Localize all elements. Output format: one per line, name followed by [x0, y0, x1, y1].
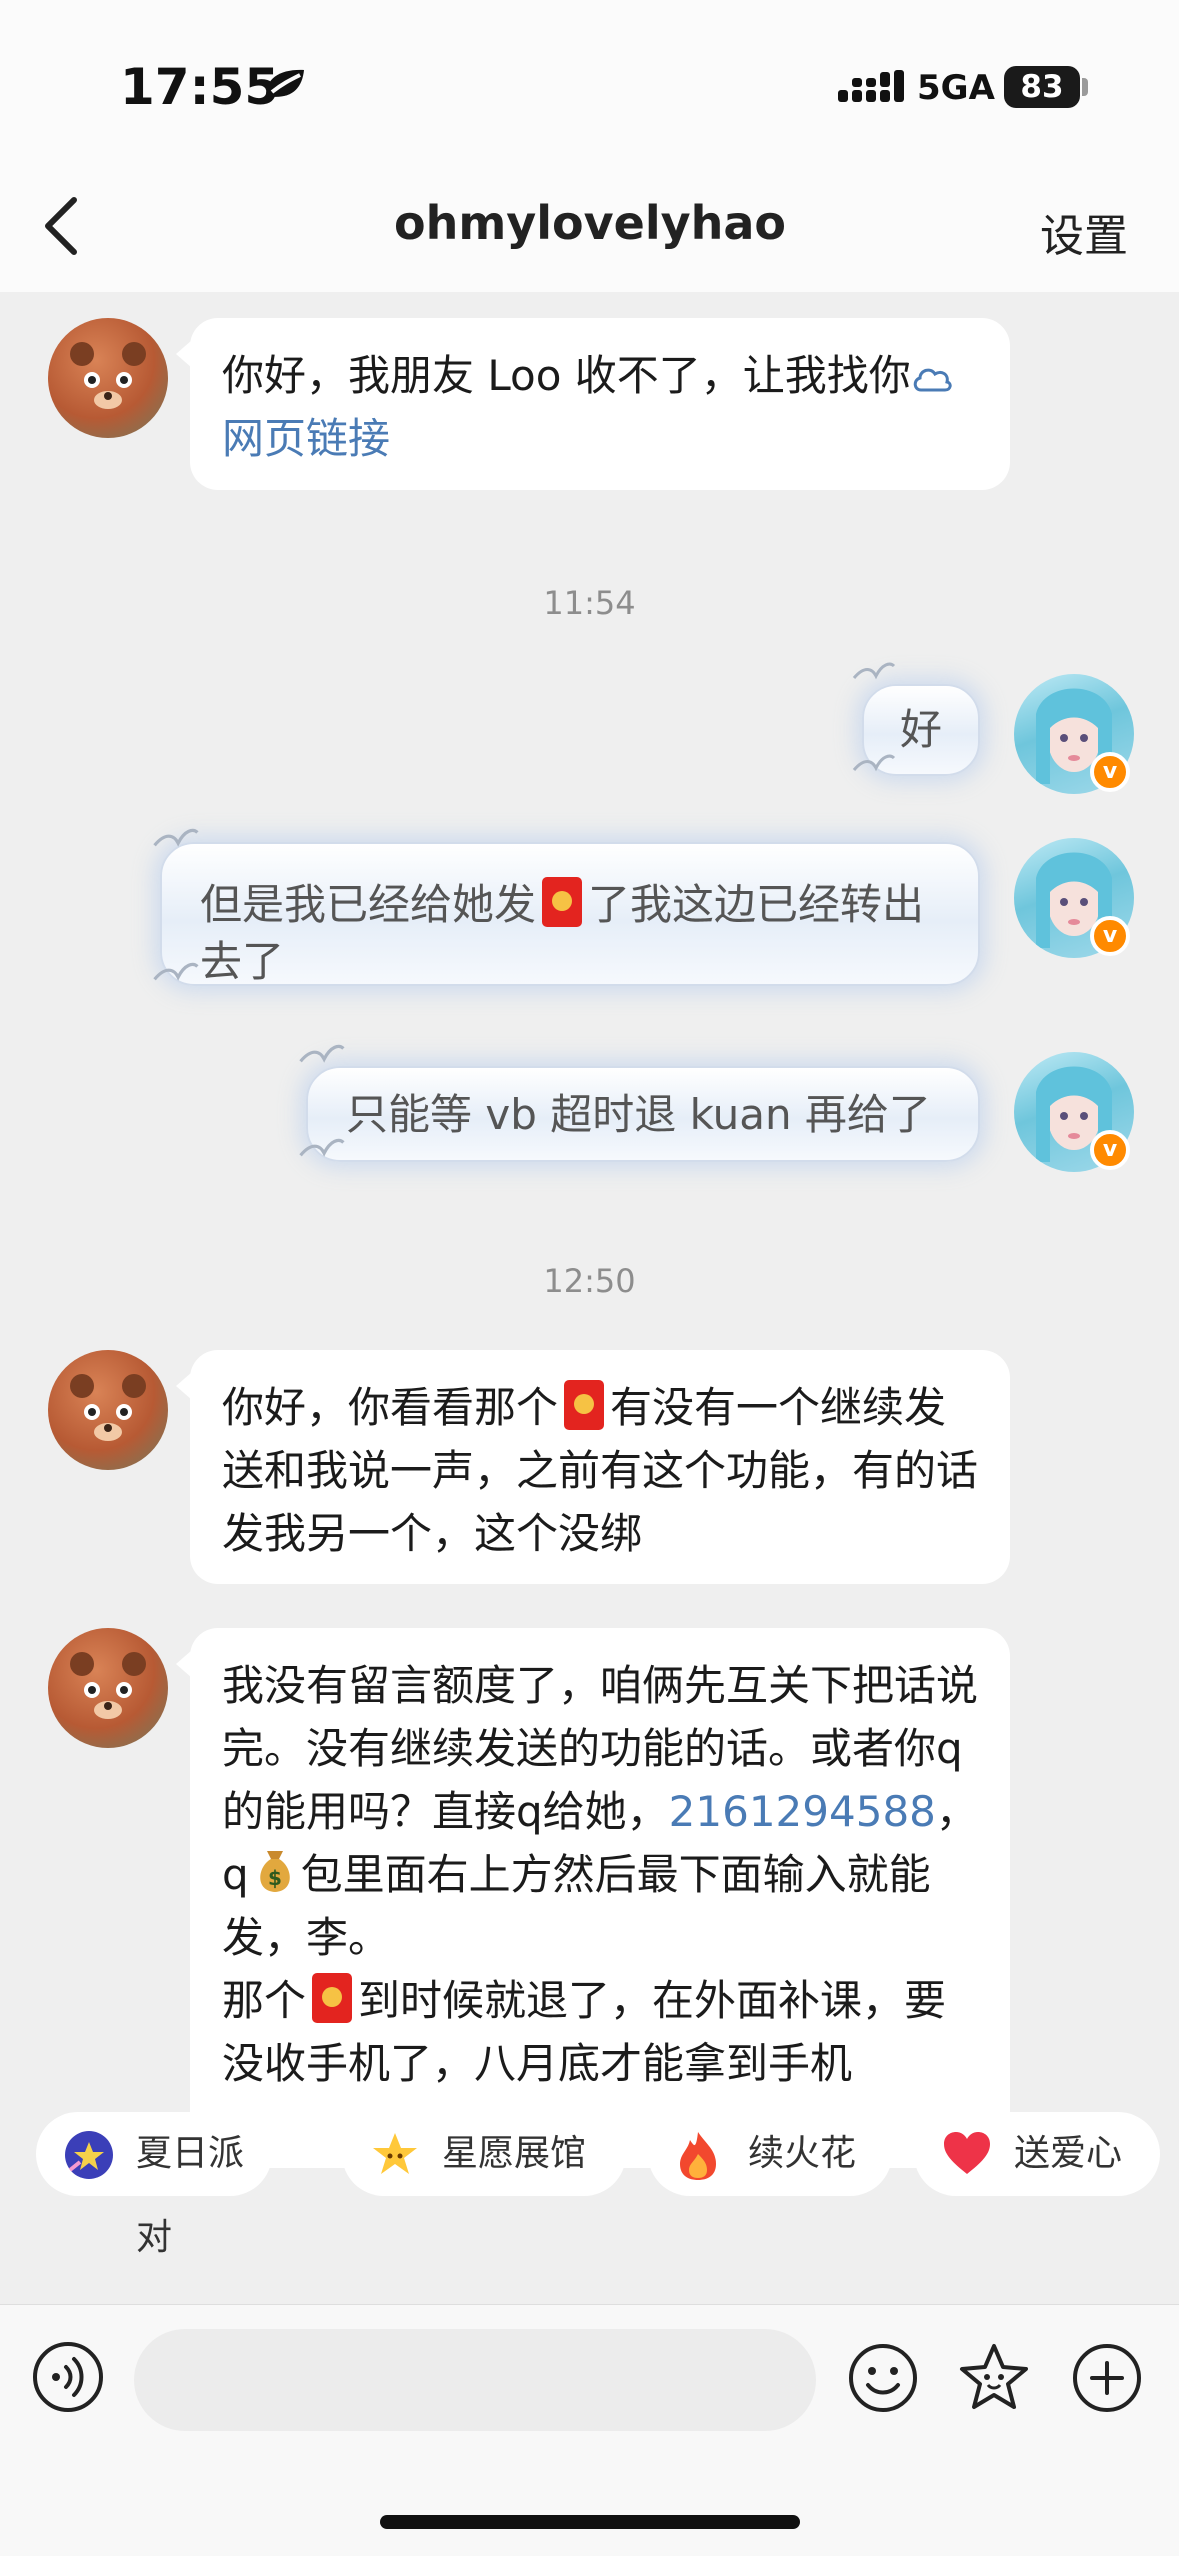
timestamp: 12:50: [543, 1262, 636, 1300]
message-text: 你好，我朋友 Loo 收不了，让我找你: [222, 351, 911, 400]
message-text: 但是我已经给她发: [200, 880, 537, 929]
message-text: 好: [899, 705, 942, 754]
signal-icon: [838, 70, 904, 102]
flame-icon: [680, 2132, 716, 2180]
message-bubble[interactable]: 你好，你看看那个 有没有一个继续发送和我说一声，之前有这个功能，有的话发我另一个，…: [176, 1350, 1010, 1584]
quick-action-send-love[interactable]: 送爱心: [914, 2112, 1160, 2196]
web-link[interactable]: 网页链接: [222, 414, 390, 463]
quick-action-wish-gallery[interactable]: 星愿展馆: [342, 2112, 626, 2196]
red-packet-icon: [312, 1973, 353, 2023]
chip-label: 星愿展馆: [442, 2133, 587, 2174]
quick-action-summer-party[interactable]: 夏日派对: [36, 2112, 272, 2258]
message-bubble-sent[interactable]: 但是我已经给她发 了我这边已经转出去了: [160, 842, 980, 986]
focus-moon-icon: [266, 69, 304, 97]
star-face-icon: [373, 2133, 417, 2174]
contact-avatar[interactable]: [48, 1628, 168, 1748]
chat-title: ohmylovelyhao: [394, 196, 786, 250]
sticker-button[interactable]: [956, 2341, 1032, 2415]
shooting-star-icon: [65, 2131, 113, 2179]
timestamp: 11:54: [543, 584, 636, 622]
svg-text:$: $: [268, 1866, 282, 1890]
bear-face-icon: [70, 1652, 146, 1719]
message-input[interactable]: [134, 2329, 816, 2431]
bird-decoration-icon: [299, 1138, 345, 1157]
bird-decoration-icon: [153, 962, 199, 981]
network-label: 5GA: [917, 68, 995, 108]
bird-decoration-icon: [153, 828, 199, 847]
red-packet-icon: [564, 1380, 605, 1430]
message-text: 你好，你看看那个: [222, 1383, 559, 1432]
bird-decoration-icon: [299, 1044, 345, 1063]
message-bubble-sent[interactable]: 只能等 vb 超时退 kuan 再给了: [306, 1066, 980, 1162]
money-bag-icon: $: [259, 1851, 290, 1892]
chip-label: 续火花: [748, 2133, 857, 2174]
verified-badge-icon: v: [1090, 916, 1130, 956]
message-text: 那个: [222, 1976, 307, 2025]
plus-button[interactable]: [1070, 2341, 1144, 2415]
heart-icon: [944, 2132, 990, 2174]
qq-number-link[interactable]: 2161294588: [669, 1787, 936, 1836]
message-bubble[interactable]: 你好，我朋友 Loo 收不了，让我找你 网页链接: [176, 318, 1010, 490]
battery-indicator: 83: [1004, 66, 1080, 108]
home-indicator: [380, 2515, 800, 2529]
contact-avatar[interactable]: [48, 318, 168, 438]
status-time: 17:55: [120, 58, 280, 116]
chip-label: 送爱心: [1014, 2133, 1123, 2174]
top-bar: 17:55 5GA 83 ohmylovelyhao 设置: [0, 0, 1179, 292]
contact-avatar[interactable]: [48, 1350, 168, 1470]
red-packet-icon: [542, 877, 583, 927]
emoji-button[interactable]: [846, 2341, 920, 2415]
bear-face-icon: [70, 342, 146, 409]
message-text: 只能等 vb 超时退 kuan 再给了: [346, 1090, 931, 1139]
bear-face-icon: [70, 1374, 146, 1441]
verified-badge-icon: v: [1090, 752, 1130, 792]
verified-badge-icon: v: [1090, 1130, 1130, 1170]
battery-tip: [1082, 78, 1088, 96]
bird-decoration-icon: [852, 662, 896, 680]
message-text: 包里面右上方然后最下面输入就能发，李。: [222, 1850, 931, 1962]
back-button[interactable]: [24, 186, 104, 266]
voice-input-button[interactable]: [30, 2339, 106, 2415]
input-bar: [0, 2304, 1179, 2556]
bird-decoration-icon: [852, 754, 896, 772]
settings-button[interactable]: 设置: [1040, 200, 1128, 264]
message-bubble[interactable]: 我没有留言额度了，咱俩先互关下把话说完。没有继续发送的功能的话。或者你q的能用吗…: [176, 1628, 1010, 2168]
quick-action-spark[interactable]: 续火花: [648, 2112, 892, 2196]
cloud-link-icon: [913, 368, 952, 392]
chip-label: 夏日派对: [136, 2133, 245, 2258]
